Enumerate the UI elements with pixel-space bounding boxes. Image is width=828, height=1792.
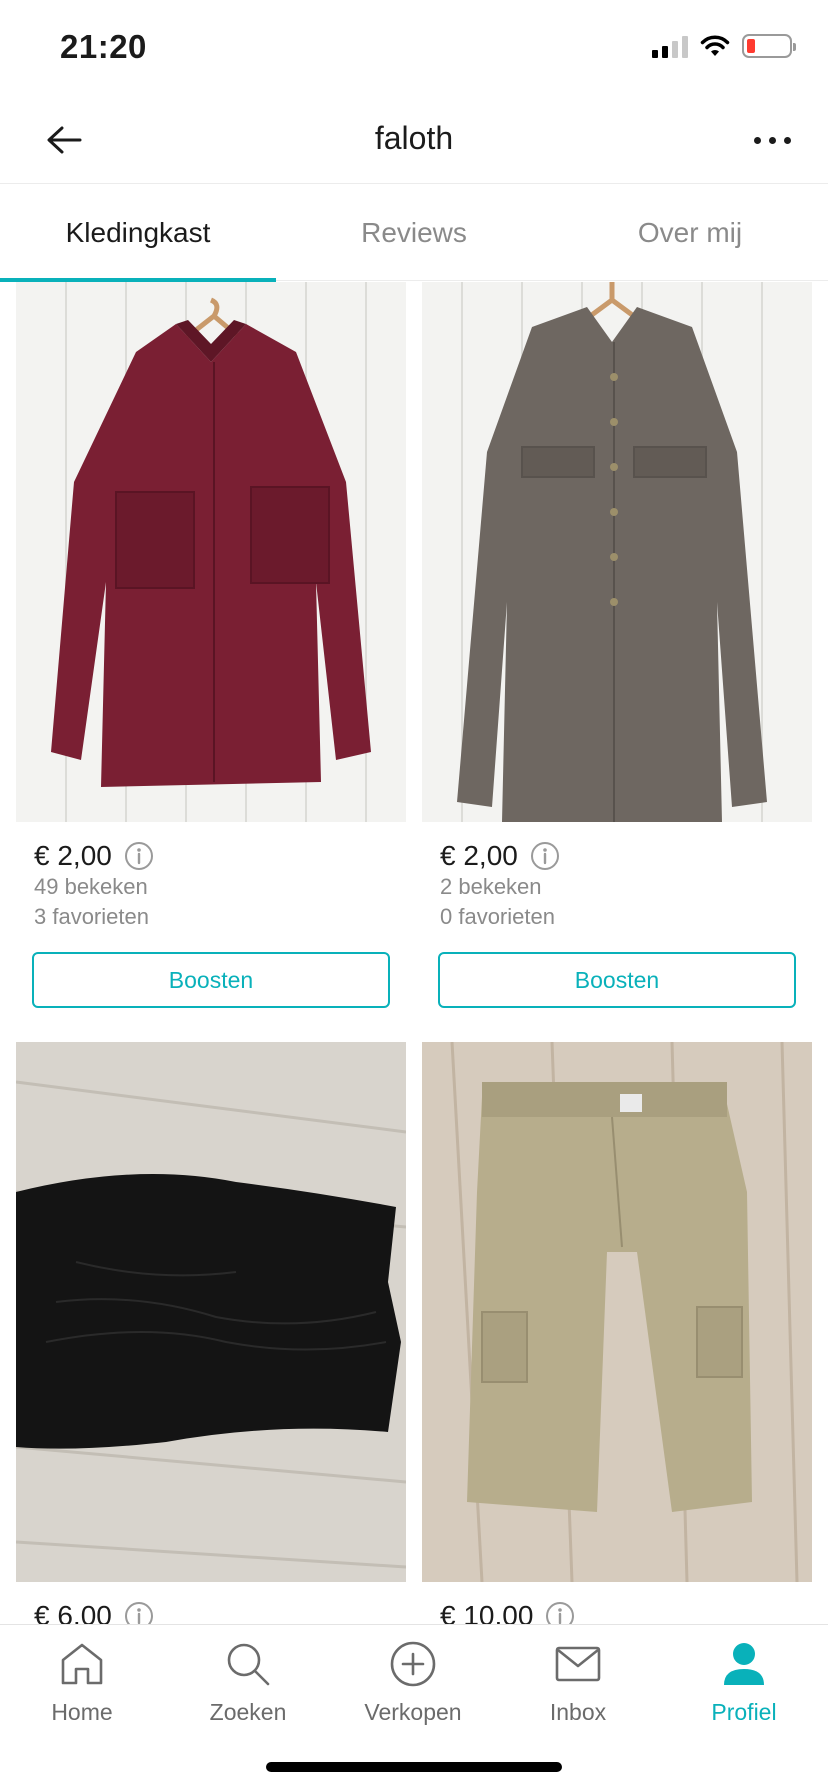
price-row: € 6,00 [34,1600,406,1624]
view-count: 2 bekeken [440,874,542,899]
nav-search[interactable]: Zoeken [178,1639,318,1726]
profile-tabs: Kledingkast Reviews Over mij [0,185,828,282]
grey-utility-shirt-dress-photo[interactable] [422,282,812,822]
navigation-header: faloth [0,96,828,184]
burgundy-sheer-blouse-photo[interactable] [16,282,406,822]
favorite-count: 3 favorieten [34,904,149,929]
price-row: € 10,00 [440,1600,812,1624]
boost-button[interactable]: Boosten [32,952,390,1008]
tab-kledingkast[interactable]: Kledingkast [0,185,276,282]
item-price: € 2,00 [440,840,518,871]
price-row: € 2,00 [34,840,406,872]
info-icon[interactable] [545,1601,575,1624]
info-icon[interactable] [124,1601,154,1624]
nav-inbox[interactable]: Inbox [508,1639,648,1726]
more-horizontal-icon [753,136,761,144]
nav-sell-label: Verkopen [364,1699,462,1725]
battery-low-icon [742,34,796,58]
nav-inbox-label: Inbox [549,1699,607,1725]
nav-search-label: Zoeken [209,1699,287,1725]
plus-circle-icon [390,1641,436,1687]
item-price: € 6,00 [34,1600,112,1624]
more-options-button[interactable] [744,116,800,164]
favorite-count: 0 favorieten [440,904,555,929]
item-card[interactable]: € 6,00 [16,1042,406,1624]
item-card[interactable]: € 2,00 49 bekeken 3 favorieten Boosten [16,282,406,1008]
item-card[interactable]: € 10,00 [422,1042,812,1624]
status-bar: 21:20 [0,0,828,96]
item-card[interactable]: € 2,00 2 bekeken 0 favorieten Boosten [422,282,812,1008]
black-ruched-dress-photo[interactable] [16,1042,406,1582]
status-time: 21:20 [60,28,147,65]
profile-icon [724,1643,764,1685]
nav-home-label: Home [51,1699,113,1725]
item-price: € 10,00 [440,1600,534,1624]
price-row: € 2,00 [440,840,812,872]
info-icon[interactable] [530,841,560,871]
info-icon[interactable] [124,841,154,871]
mail-icon [555,1646,601,1682]
bottom-navigation: Home Zoeken Verkopen Inbox Profiel [0,1624,828,1792]
nav-profile[interactable]: Profiel [674,1639,814,1726]
wifi-icon [700,35,730,56]
cellular-signal-icon [652,34,688,58]
item-price: € 2,00 [34,840,112,871]
search-icon [227,1643,270,1686]
home-indicator [266,1762,562,1772]
home-icon [61,1643,103,1685]
page-title: faloth [374,120,454,156]
status-icons [652,34,796,58]
nav-sell[interactable]: Verkopen [343,1639,483,1726]
tab-reviews[interactable]: Reviews [276,185,552,281]
view-count: 49 bekeken [34,874,148,899]
nav-home[interactable]: Home [12,1639,152,1726]
boost-button[interactable]: Boosten [438,952,796,1008]
khaki-cargo-capri-pants-photo[interactable] [422,1042,812,1582]
tab-over-mij[interactable]: Over mij [552,185,828,281]
nav-profile-label: Profiel [711,1699,777,1725]
wardrobe-grid: € 2,00 49 bekeken 3 favorieten Boosten €… [0,282,828,1624]
